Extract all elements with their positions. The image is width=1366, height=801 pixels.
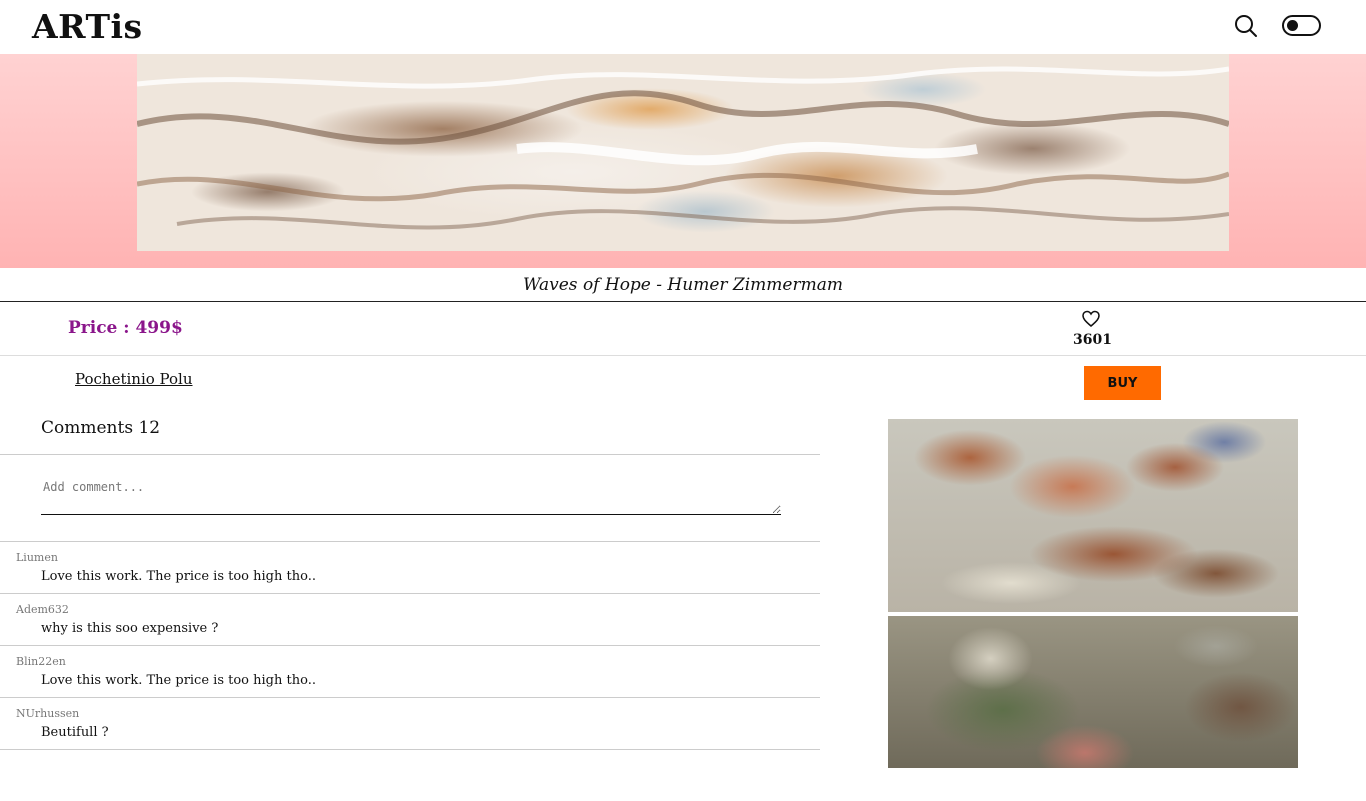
artwork-title: Waves of Hope - Humer Zimmermam bbox=[523, 275, 843, 295]
buy-button[interactable]: BUY bbox=[1084, 366, 1161, 400]
theme-toggle[interactable] bbox=[1282, 15, 1321, 36]
comment-username[interactable]: NUrhussen bbox=[16, 707, 79, 720]
comments-heading: Comments 12 bbox=[41, 418, 161, 438]
artwork-image bbox=[137, 54, 1229, 251]
comment-username[interactable]: Blin22en bbox=[16, 655, 66, 668]
search-icon[interactable] bbox=[1233, 13, 1259, 39]
comment-item: Blin22en Love this work. The price is to… bbox=[0, 646, 820, 698]
like-count: 3601 bbox=[1073, 332, 1112, 348]
toggle-knob bbox=[1287, 20, 1298, 31]
comment-username[interactable]: Adem632 bbox=[16, 603, 69, 616]
price-row: Price : 499$ 3601 bbox=[0, 302, 1366, 356]
top-bar: ARTis bbox=[0, 0, 1366, 54]
divider bbox=[0, 454, 820, 455]
related-artwork-image[interactable] bbox=[888, 616, 1298, 768]
site-logo[interactable]: ARTis bbox=[32, 7, 143, 46]
comment-item: NUrhussen Beutifull ? bbox=[0, 698, 820, 750]
comment-text: why is this soo expensive ? bbox=[41, 621, 219, 636]
hero-banner bbox=[0, 54, 1366, 268]
artist-link[interactable]: Pochetinio Polu bbox=[75, 370, 193, 388]
comment-item: Adem632 why is this soo expensive ? bbox=[0, 594, 820, 646]
comment-item-partial bbox=[0, 750, 820, 801]
related-artwork-image[interactable] bbox=[888, 419, 1298, 612]
comment-text: Beutifull ? bbox=[41, 725, 109, 740]
comment-text: Love this work. The price is too high th… bbox=[41, 673, 316, 688]
artwork-price: Price : 499$ bbox=[68, 318, 183, 338]
title-strip: Waves of Hope - Humer Zimmermam bbox=[0, 268, 1366, 302]
heart-outline-icon[interactable] bbox=[1081, 309, 1101, 329]
comment-text: Love this work. The price is too high th… bbox=[41, 569, 316, 584]
comment-item: Liumen Love this work. The price is too … bbox=[0, 542, 820, 594]
comment-input[interactable] bbox=[41, 478, 781, 515]
comment-username[interactable]: Liumen bbox=[16, 551, 58, 564]
